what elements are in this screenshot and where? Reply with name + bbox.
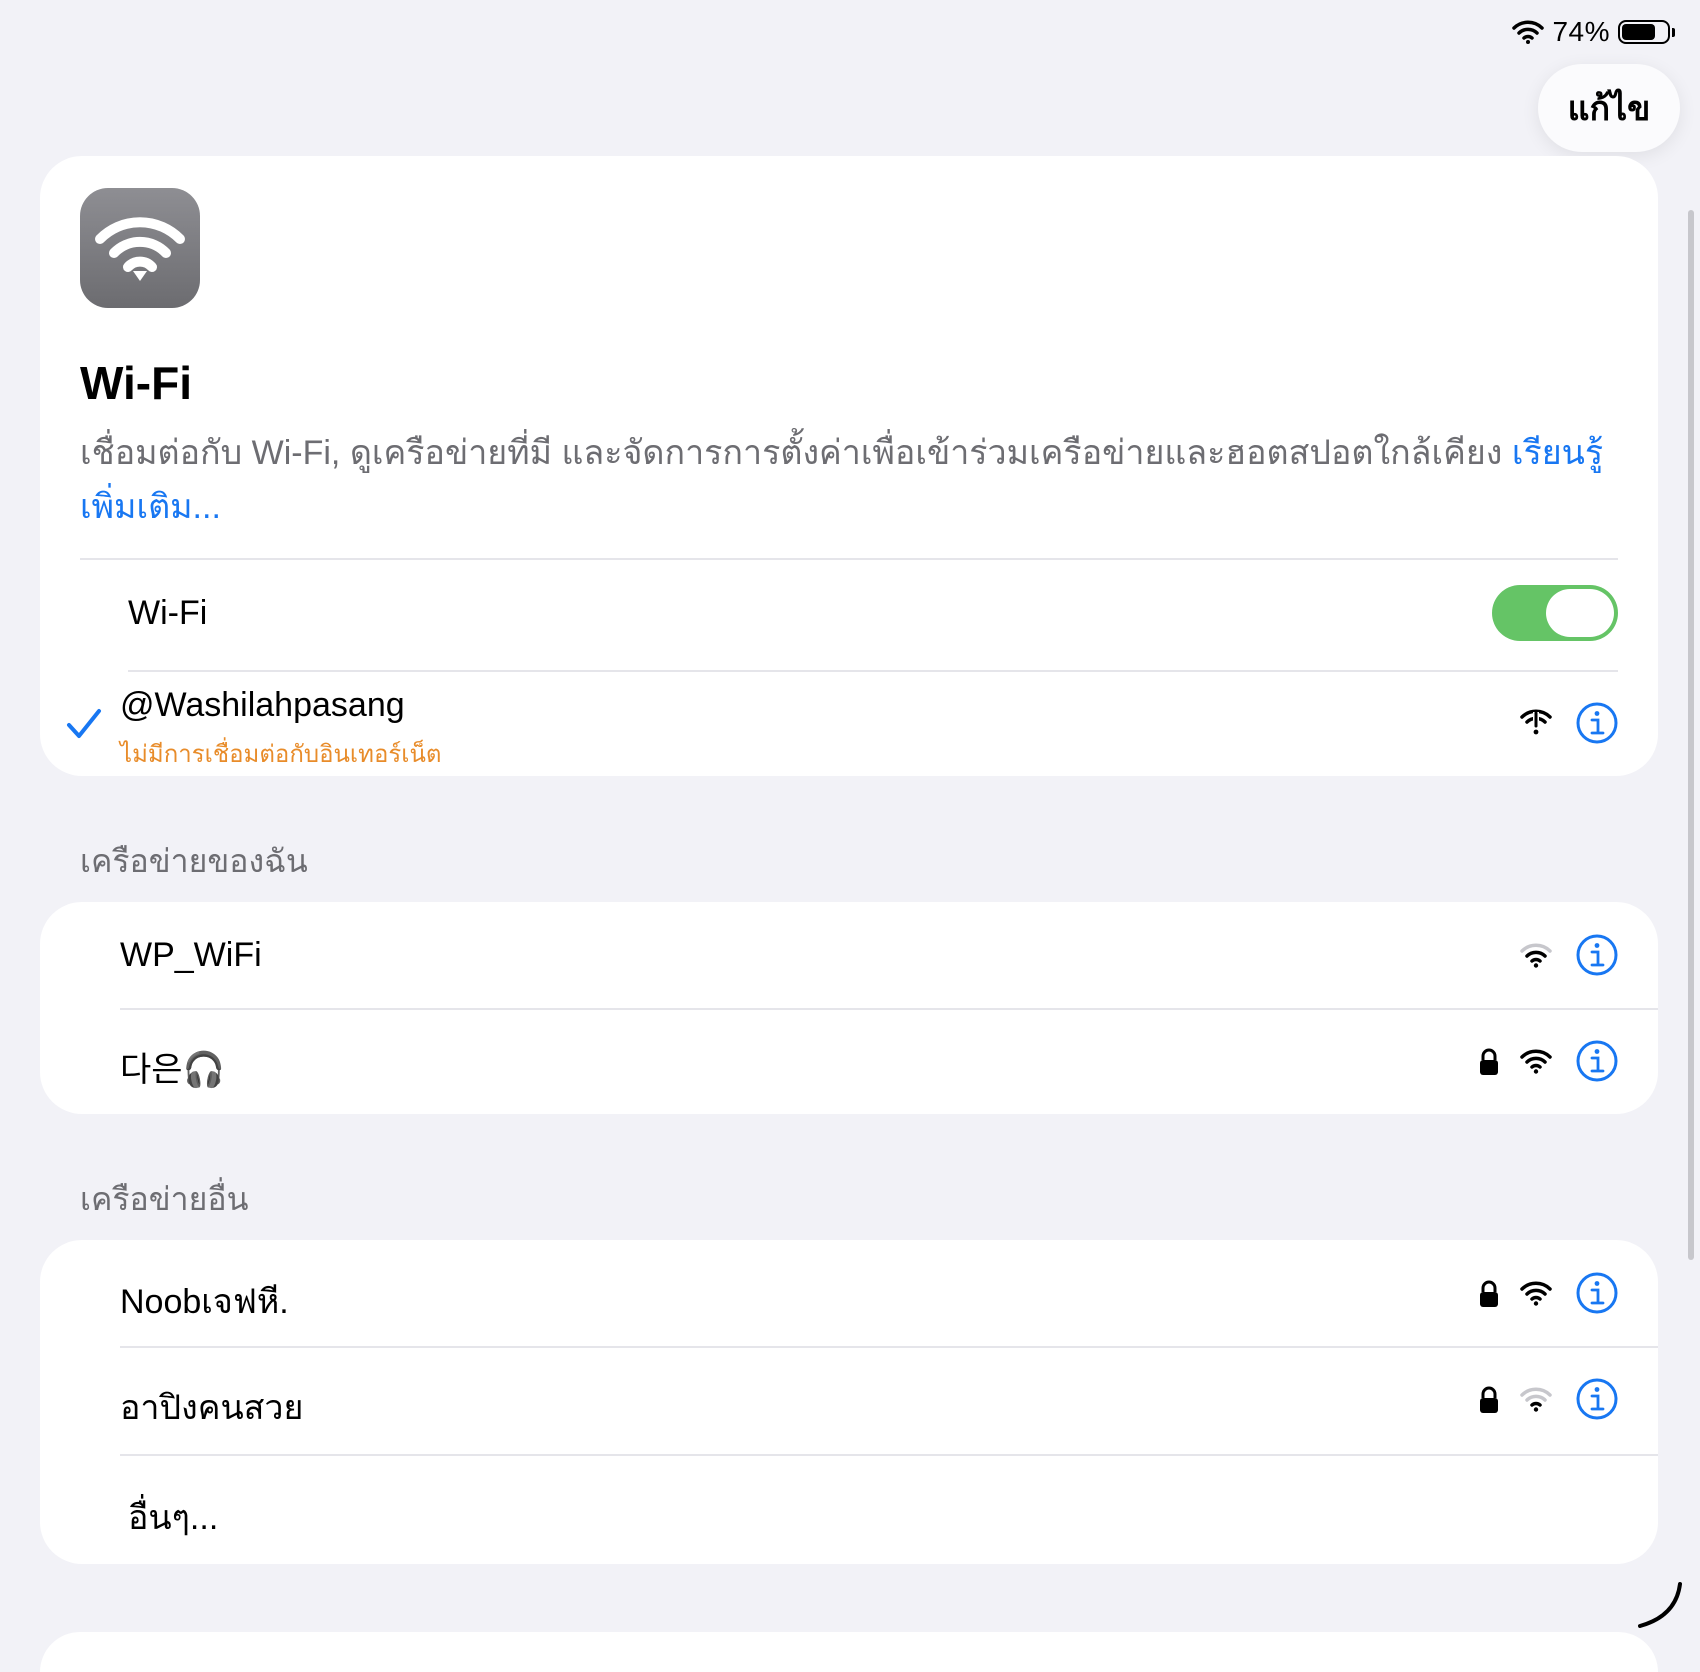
lock-icon: [1480, 1048, 1498, 1075]
wifi-status-icon: [1512, 20, 1545, 44]
description-text: เชื่อมต่อกับ Wi-Fi, ดูเครือข่ายที่มี และ…: [80, 434, 1512, 472]
wifi-toggle-label: Wi-Fi: [128, 594, 208, 632]
my-networks-card: WP_WiFi 다은🎧: [40, 902, 1658, 1114]
wifi-app-icon: [80, 188, 200, 308]
lock-icon: [1480, 1280, 1498, 1307]
wifi-no-internet-icon: [1520, 709, 1552, 735]
status-bar: 74%: [1512, 14, 1675, 50]
connected-network-name: @Washilahpasang: [120, 686, 405, 724]
wifi-signal-icon: [1520, 1281, 1552, 1306]
network-name: 다은🎧: [120, 1051, 225, 1089]
lock-icon: [1480, 1386, 1498, 1413]
page-description: เชื่อมต่อกับ Wi-Fi, ดูเครือข่ายที่มี และ…: [80, 426, 1620, 534]
other-network-label: อื่นๆ...: [128, 1499, 219, 1537]
other-networks-header: เครือข่ายอื่น: [80, 1181, 249, 1217]
info-icon[interactable]: [1576, 1272, 1618, 1314]
battery-icon: [1618, 20, 1675, 44]
window-resize-handle[interactable]: [1636, 1580, 1686, 1630]
edit-button[interactable]: แก้ไข: [1538, 64, 1680, 152]
network-name: WP_WiFi: [120, 936, 262, 974]
wifi-signal-icon: [1520, 1049, 1552, 1074]
wifi-signal-icon: [1520, 943, 1552, 968]
network-row[interactable]: WP_WiFi: [40, 902, 1658, 1008]
info-icon[interactable]: [1576, 1040, 1618, 1082]
network-row[interactable]: 다은🎧: [40, 1010, 1658, 1114]
other-network-row[interactable]: อื่นๆ...: [40, 1456, 1658, 1564]
wifi-hero-card: Wi-Fi เชื่อมต่อกับ Wi-Fi, ดูเครือข่ายที่…: [40, 156, 1658, 776]
scrollbar[interactable]: [1688, 210, 1694, 1260]
checkmark-icon: [67, 709, 101, 738]
next-section-card: [40, 1632, 1658, 1672]
connection-status: ไม่มีการเชื่อมต่อกับอินเทอร์เน็ต: [120, 741, 442, 768]
page-title: Wi-Fi: [80, 357, 192, 409]
other-networks-card: Noobเจฟหี. อาปิงคนสวย อื่นๆ...: [40, 1240, 1658, 1564]
network-name: Noobเจฟหี.: [120, 1283, 289, 1321]
info-icon[interactable]: [1576, 702, 1618, 744]
battery-percent: 74%: [1552, 16, 1610, 47]
wifi-signal-icon: [1520, 1387, 1552, 1412]
my-networks-header: เครือข่ายของฉัน: [80, 843, 308, 879]
info-icon[interactable]: [1576, 1378, 1618, 1420]
network-name: อาปิงคนสวย: [120, 1389, 304, 1427]
network-row[interactable]: อาปิงคนสวย: [40, 1348, 1658, 1454]
wifi-toggle-row: Wi-Fi: [40, 560, 1658, 670]
network-row[interactable]: Noobเจฟหี.: [40, 1240, 1658, 1346]
info-icon[interactable]: [1576, 934, 1618, 976]
wifi-toggle[interactable]: [1492, 585, 1618, 641]
connected-network-row[interactable]: @Washilahpasang ไม่มีการเชื่อมต่อกับอินเ…: [40, 672, 1658, 776]
